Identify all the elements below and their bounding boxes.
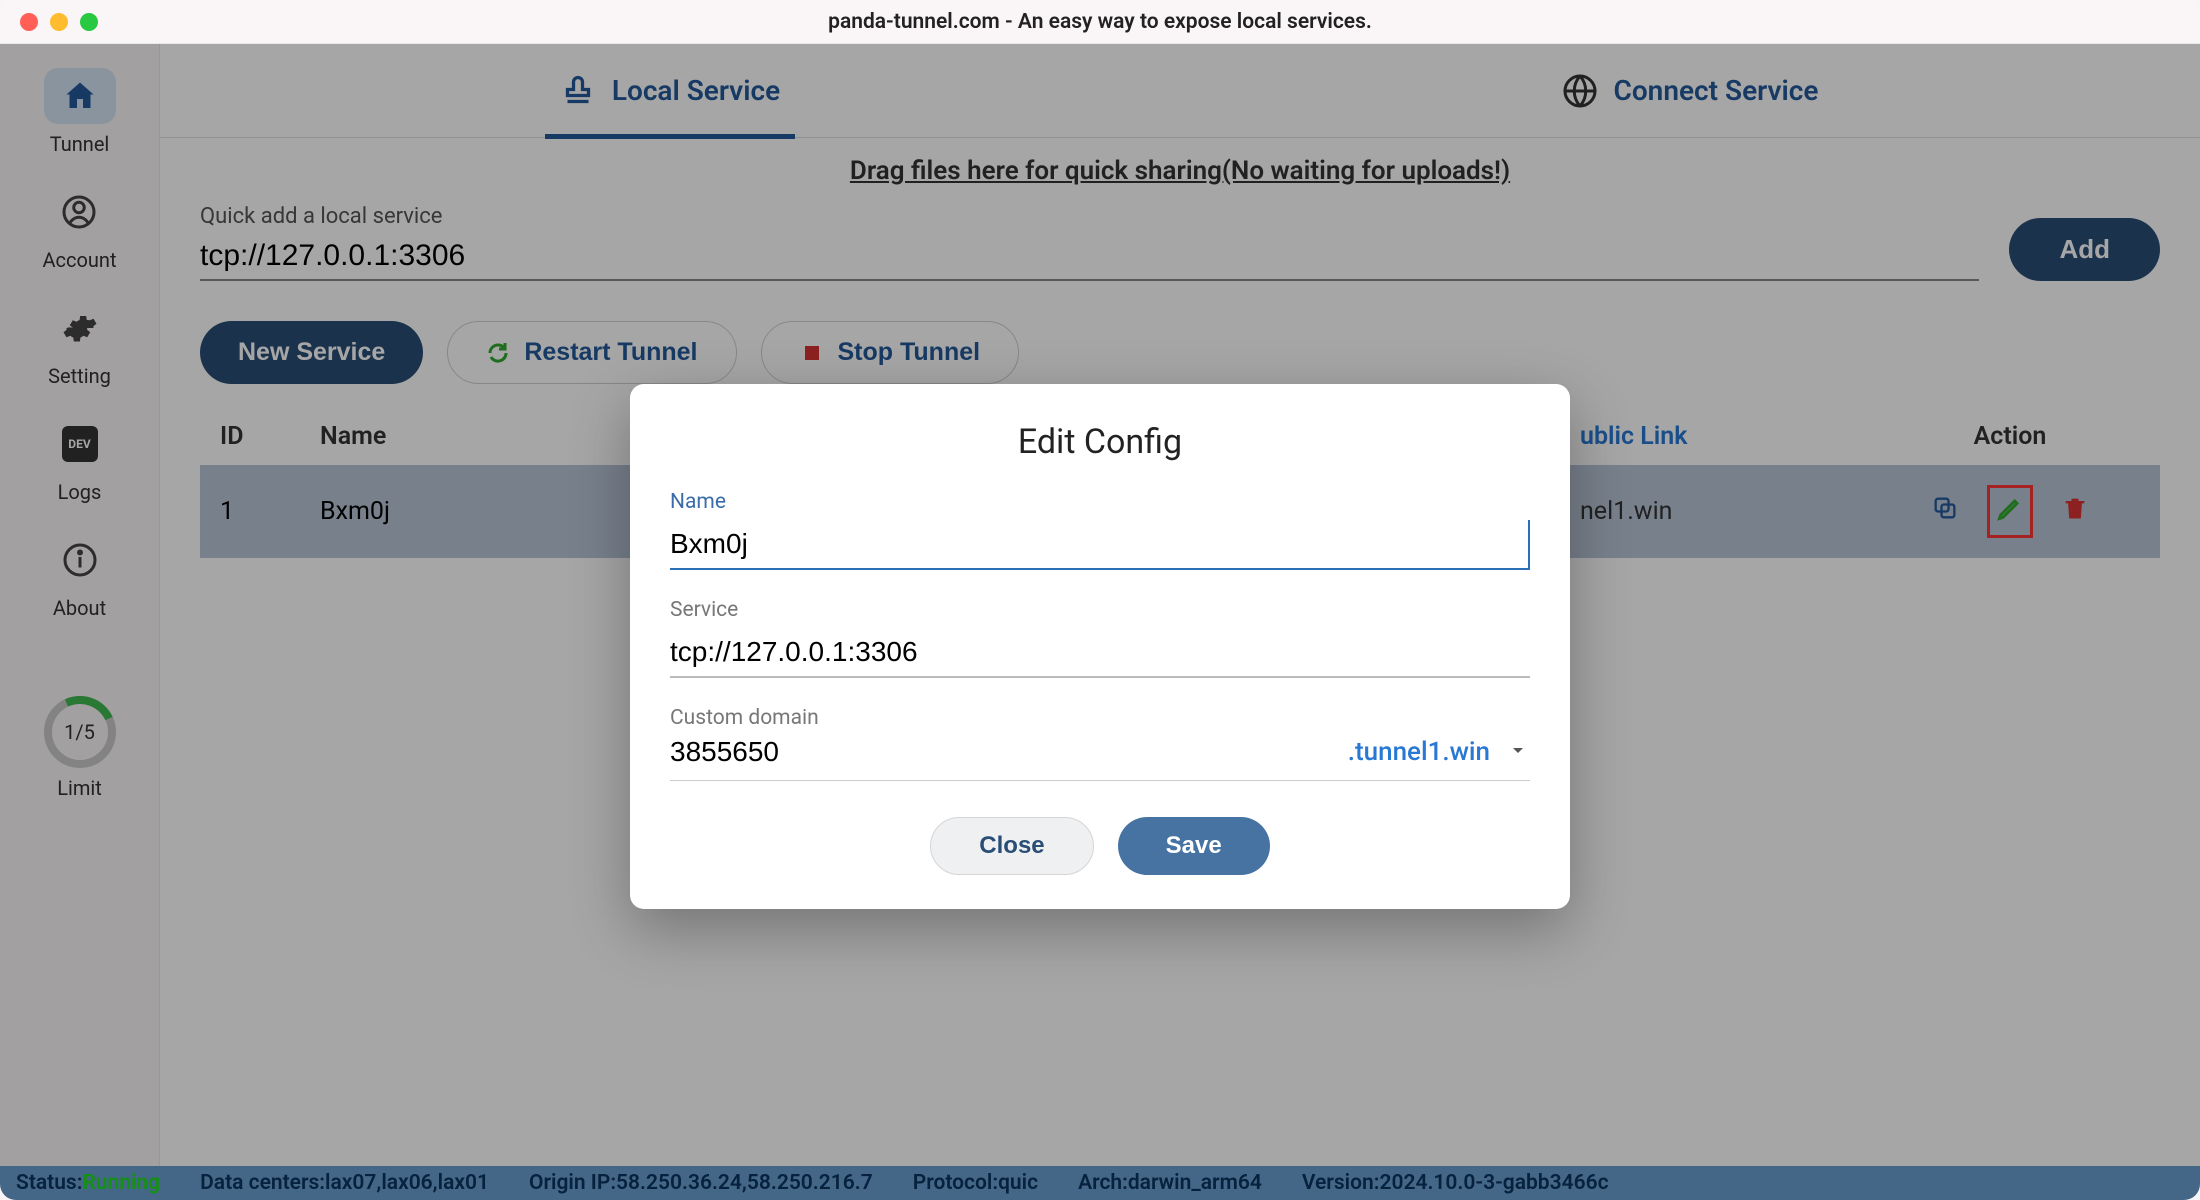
service-input[interactable] bbox=[670, 628, 1530, 678]
service-label: Service bbox=[670, 598, 1530, 622]
close-button[interactable]: Close bbox=[930, 817, 1093, 875]
name-input[interactable] bbox=[670, 520, 1530, 570]
save-button[interactable]: Save bbox=[1118, 817, 1270, 875]
modal-title: Edit Config bbox=[670, 422, 1530, 462]
domain-label: Custom domain bbox=[670, 706, 1530, 730]
domain-row: .tunnel1.win bbox=[670, 736, 1530, 781]
modal-actions: Close Save bbox=[670, 817, 1530, 875]
domain-input[interactable] bbox=[670, 736, 1332, 768]
traffic-lights bbox=[20, 13, 98, 31]
modal-overlay[interactable]: Edit Config Name Service Custom domain .… bbox=[0, 44, 2200, 1200]
chevron-down-icon[interactable] bbox=[1506, 738, 1530, 766]
edit-config-modal: Edit Config Name Service Custom domain .… bbox=[630, 384, 1570, 909]
close-window-button[interactable] bbox=[20, 13, 38, 31]
titlebar: panda-tunnel.com - An easy way to expose… bbox=[0, 0, 2200, 44]
name-label: Name bbox=[670, 490, 1530, 514]
window-title: panda-tunnel.com - An easy way to expose… bbox=[828, 10, 1372, 34]
domain-suffix: .tunnel1.win bbox=[1348, 737, 1490, 767]
zoom-window-button[interactable] bbox=[80, 13, 98, 31]
minimize-window-button[interactable] bbox=[50, 13, 68, 31]
app-window: panda-tunnel.com - An easy way to expose… bbox=[0, 0, 2200, 1200]
